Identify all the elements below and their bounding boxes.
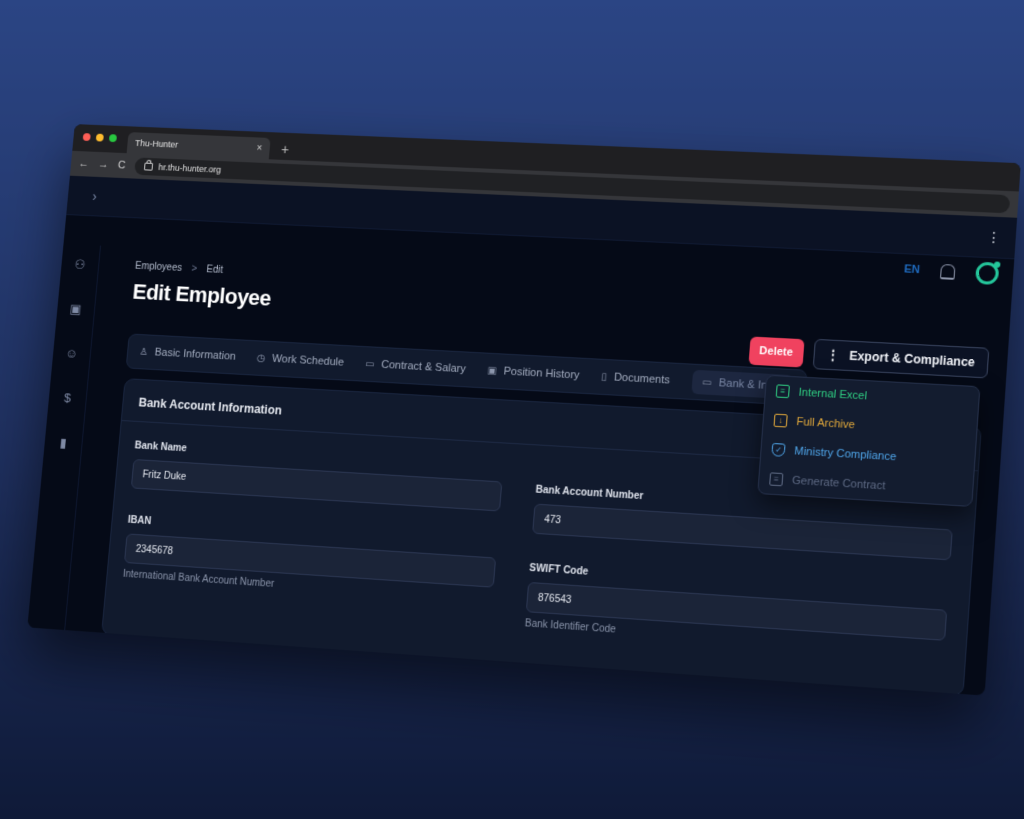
users-icon[interactable]: ⚇ xyxy=(73,257,87,272)
close-icon[interactable]: × xyxy=(256,143,263,154)
forward-arrow-icon[interactable]: → xyxy=(98,159,109,171)
menu-item-label: Internal Excel xyxy=(798,386,868,402)
delete-button[interactable]: Delete xyxy=(748,336,805,368)
clock-icon: ◷ xyxy=(256,352,266,364)
tab-label: Basic Information xyxy=(154,346,237,363)
maximize-window-button[interactable] xyxy=(108,134,118,143)
briefcase-icon: ▣ xyxy=(486,365,498,377)
dollar-icon[interactable]: $ xyxy=(60,390,74,405)
export-compliance-label: Export & Compliance xyxy=(848,348,976,370)
background-scene: Thu-Hunter × + ← → C hr.thu-hunter.org ›… xyxy=(0,0,1024,819)
main-content: Employees > Edit Edit Employee Delete ⋮ … xyxy=(65,246,1013,696)
export-dropdown-menu: ≡ Internal Excel ↓ Full Archive ✓ Minist… xyxy=(757,374,981,508)
tab-label: Position History xyxy=(503,365,580,382)
menu-item-ministry-compliance[interactable]: ✓ Ministry Compliance xyxy=(771,442,964,467)
user-icon: ♙ xyxy=(139,346,149,358)
menu-item-full-archive[interactable]: ↓ Full Archive xyxy=(773,413,966,438)
document-icon: ≡ xyxy=(769,472,784,487)
new-tab-button[interactable]: + xyxy=(281,141,290,157)
iban-field-group: IBAN 2345678 International Bank Account … xyxy=(122,515,497,605)
archive-icon: ↓ xyxy=(773,413,788,428)
window-controls xyxy=(82,133,118,143)
tab-label: Contract & Salary xyxy=(380,358,467,376)
tab-label: Work Schedule xyxy=(271,352,345,369)
spreadsheet-icon: ≡ xyxy=(775,384,790,399)
back-arrow-icon[interactable]: ← xyxy=(78,158,89,170)
chart-icon[interactable]: ▮ xyxy=(56,435,70,450)
tab-work-schedule[interactable]: ◷ Work Schedule xyxy=(256,352,344,369)
chevron-right-icon[interactable]: › xyxy=(92,188,98,204)
app-body: ⚇ ▣ ☺ $ ▮ Employees > Edit Edit Employee… xyxy=(27,243,1013,696)
url-text: hr.thu-hunter.org xyxy=(157,162,222,175)
user-avatar-logo[interactable] xyxy=(975,261,1000,286)
tab-contract-salary[interactable]: ▭ Contract & Salary xyxy=(365,358,466,375)
tab-position-history[interactable]: ▣ Position History xyxy=(486,365,580,382)
bell-icon[interactable] xyxy=(939,263,956,280)
menu-item-label: Full Archive xyxy=(796,415,856,431)
reload-icon[interactable]: C xyxy=(117,160,126,172)
breadcrumb-current: Edit xyxy=(206,264,224,276)
menu-item-label: Generate Contract xyxy=(791,474,886,492)
breadcrumb-employees[interactable]: Employees xyxy=(135,261,183,274)
file-icon: ▯ xyxy=(600,371,608,383)
menu-item-generate-contract[interactable]: ≡ Generate Contract xyxy=(769,472,962,497)
bank-name-field-group: Bank Name Fritz Duke xyxy=(130,440,504,512)
minimize-window-button[interactable] xyxy=(95,133,104,142)
browser-tab-title: Thu-Hunter xyxy=(134,138,179,150)
swift-field-group: SWIFT Code 876543 Bank Identifier Code xyxy=(524,563,948,659)
tab-documents[interactable]: ▯ Documents xyxy=(600,371,671,387)
language-switcher[interactable]: EN xyxy=(904,263,921,276)
chevron-right-icon: > xyxy=(190,263,198,275)
tab-basic-information[interactable]: ♙ Basic Information xyxy=(139,346,237,363)
browser-window: Thu-Hunter × + ← → C hr.thu-hunter.org ›… xyxy=(27,124,1021,696)
shield-icon: ✓ xyxy=(771,442,786,457)
lock-icon xyxy=(143,162,154,171)
more-options-icon[interactable]: ⋮ xyxy=(986,228,1002,246)
menu-item-label: Ministry Compliance xyxy=(793,444,897,463)
tab-label: Documents xyxy=(613,371,671,387)
menu-item-internal-excel[interactable]: ≡ Internal Excel xyxy=(775,384,969,408)
briefcase-icon[interactable]: ▣ xyxy=(69,301,83,316)
money-icon: ▭ xyxy=(364,358,375,370)
bank-icon: ▭ xyxy=(701,376,713,389)
team-icon[interactable]: ☺ xyxy=(64,346,79,361)
more-vertical-icon: ⋮ xyxy=(826,347,840,363)
close-window-button[interactable] xyxy=(82,133,91,142)
